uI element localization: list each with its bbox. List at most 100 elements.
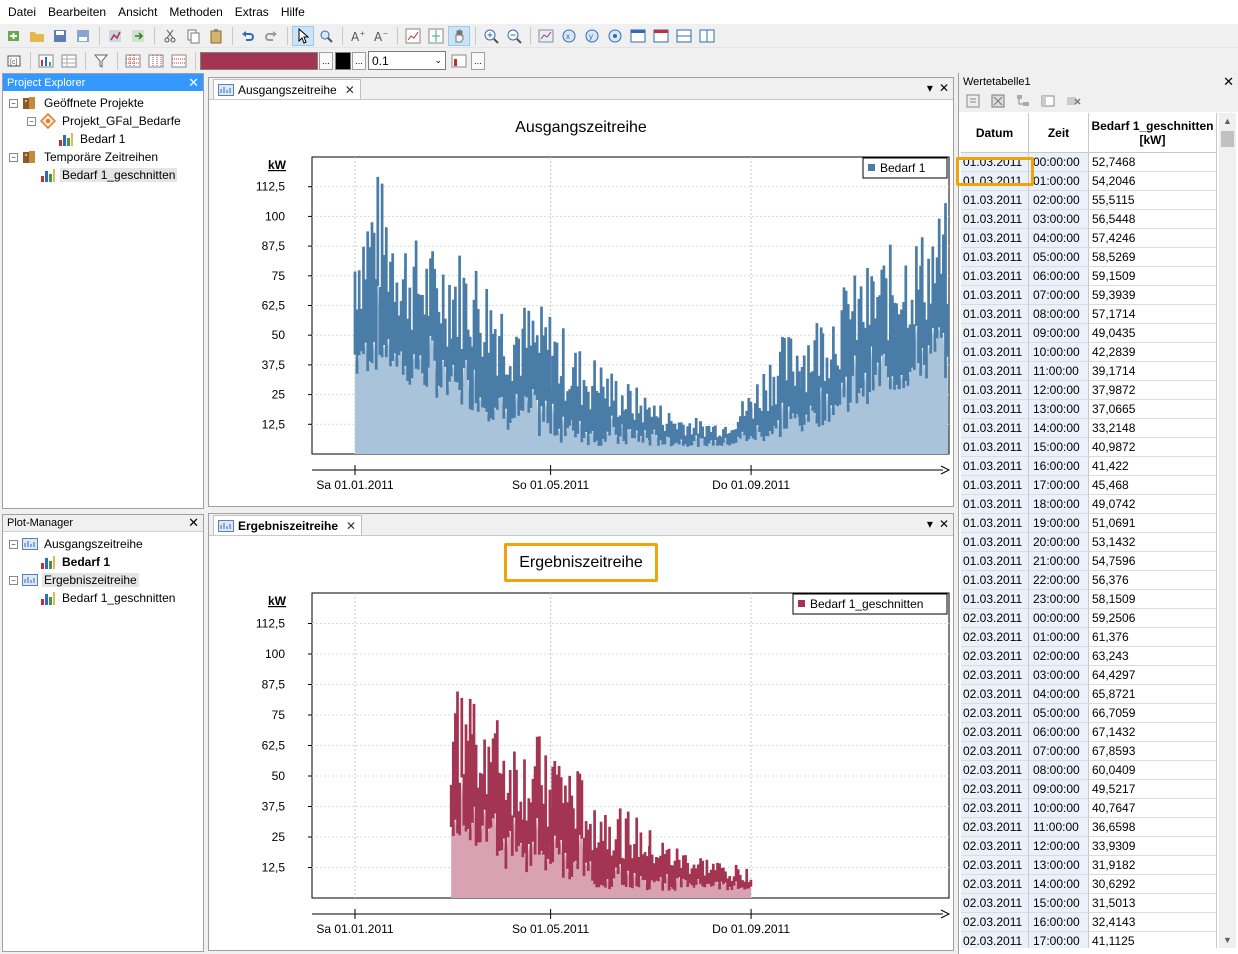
new-project-icon[interactable] xyxy=(3,26,25,46)
table-cell-zeit[interactable]: 14:00:00 xyxy=(1029,875,1089,894)
menu-methoden[interactable]: Methoden xyxy=(163,0,228,24)
table-select-icon[interactable] xyxy=(988,92,1008,110)
table-cell-zeit[interactable]: 04:00:00 xyxy=(1029,229,1089,248)
table-cell-zeit[interactable]: 23:00:00 xyxy=(1029,590,1089,609)
table-row[interactable]: 01.03.2011 10:00:00 42,2839 xyxy=(961,343,1217,362)
table-cell-wert[interactable]: 61,376 xyxy=(1089,628,1217,647)
table-cell-zeit[interactable]: 13:00:00 xyxy=(1029,856,1089,875)
table-cell-wert[interactable]: 67,1432 xyxy=(1089,723,1217,742)
tree-item[interactable]: Bedarf 1 xyxy=(9,553,203,571)
table-cell-zeit[interactable]: 03:00:00 xyxy=(1029,666,1089,685)
table-cell-wert[interactable]: 67,8593 xyxy=(1089,742,1217,761)
table-cell-zeit[interactable]: 22:00:00 xyxy=(1029,571,1089,590)
table-cell-wert[interactable]: 54,7596 xyxy=(1089,552,1217,571)
pin-menu-icon[interactable]: ▾ xyxy=(927,517,933,531)
table-row[interactable]: 02.03.2011 11:00:00 36,6598 xyxy=(961,818,1217,837)
table-cell-zeit[interactable]: 11:00:00 xyxy=(1029,362,1089,381)
table-row[interactable]: 01.03.2011 05:00:00 58,5269 xyxy=(961,248,1217,267)
tab-close-icon[interactable]: ✕ xyxy=(346,519,356,533)
table-cell-wert[interactable]: 49,0742 xyxy=(1089,495,1217,514)
table-cell-wert[interactable]: 37,0665 xyxy=(1089,400,1217,419)
table-row[interactable]: 01.03.2011 19:00:00 51,0691 xyxy=(961,514,1217,533)
table-cell-datum[interactable]: 02.03.2011 xyxy=(961,723,1029,742)
table-row[interactable]: 02.03.2011 05:00:00 66,7059 xyxy=(961,704,1217,723)
table-cell-zeit[interactable]: 00:00:00 xyxy=(1029,153,1089,172)
font-decrease-icon[interactable]: A − xyxy=(370,26,392,46)
table-cell-wert[interactable]: 30,6292 xyxy=(1089,875,1217,894)
table-row[interactable]: 02.03.2011 10:00:00 40,7647 xyxy=(961,799,1217,818)
tree-item[interactable]: Bedarf 1_geschnitten xyxy=(9,166,203,184)
table-cell-zeit[interactable]: 06:00:00 xyxy=(1029,723,1089,742)
table-cell-wert[interactable]: 54,2046 xyxy=(1089,172,1217,191)
table-cell-wert[interactable]: 51,0691 xyxy=(1089,514,1217,533)
table-cell-datum[interactable]: 01.03.2011 xyxy=(961,533,1029,552)
table-cell-datum[interactable]: 01.03.2011 xyxy=(961,571,1029,590)
table-cell-datum[interactable]: 01.03.2011 xyxy=(961,267,1029,286)
table-cell-wert[interactable]: 53,1432 xyxy=(1089,533,1217,552)
table-row[interactable]: 01.03.2011 09:00:00 49,0435 xyxy=(961,324,1217,343)
table-row[interactable]: 01.03.2011 17:00:00 45,468 xyxy=(961,476,1217,495)
table-cell-datum[interactable]: 01.03.2011 xyxy=(961,457,1029,476)
table-cell-zeit[interactable]: 03:00:00 xyxy=(1029,210,1089,229)
table-cell-wert[interactable]: 58,5269 xyxy=(1089,248,1217,267)
table-row[interactable]: 02.03.2011 08:00:00 60,0409 xyxy=(961,761,1217,780)
table-row[interactable]: 01.03.2011 03:00:00 56,5448 xyxy=(961,210,1217,229)
table-cell-datum[interactable]: 01.03.2011 xyxy=(961,476,1029,495)
table-cell-zeit[interactable]: 07:00:00 xyxy=(1029,742,1089,761)
close-icon[interactable]: ✕ xyxy=(939,517,949,531)
tree-item[interactable]: − Ergebniszeitreihe xyxy=(9,571,203,589)
chart-settings-icon[interactable] xyxy=(535,26,557,46)
table-cell-datum[interactable]: 02.03.2011 xyxy=(961,761,1029,780)
table-cell-wert[interactable]: 42,2839 xyxy=(1089,343,1217,362)
table-cell-zeit[interactable]: 08:00:00 xyxy=(1029,761,1089,780)
export-icon[interactable] xyxy=(127,26,149,46)
table-cell-zeit[interactable]: 21:00:00 xyxy=(1029,552,1089,571)
font-increase-icon[interactable]: A + xyxy=(347,26,369,46)
table-cell-wert[interactable]: 49,5217 xyxy=(1089,780,1217,799)
table-row[interactable]: 01.03.2011 07:00:00 59,3939 xyxy=(961,286,1217,305)
table-row[interactable]: 01.03.2011 20:00:00 53,1432 xyxy=(961,533,1217,552)
zoom-reset-icon[interactable] xyxy=(604,26,626,46)
table-cell-wert[interactable]: 64,4297 xyxy=(1089,666,1217,685)
table-cell-zeit[interactable]: 05:00:00 xyxy=(1029,248,1089,267)
table-cell-wert[interactable]: 66,7059 xyxy=(1089,704,1217,723)
line-width-select[interactable]: 0.1 ⌄ xyxy=(368,51,446,70)
table-cell-datum[interactable]: 02.03.2011 xyxy=(961,856,1029,875)
table-cell-wert[interactable]: 56,376 xyxy=(1089,571,1217,590)
table-cell-datum[interactable]: 01.03.2011 xyxy=(961,191,1029,210)
table-cell-datum[interactable]: 02.03.2011 xyxy=(961,913,1029,932)
table-cell-zeit[interactable]: 09:00:00 xyxy=(1029,324,1089,343)
table-cell-zeit[interactable]: 09:00:00 xyxy=(1029,780,1089,799)
table-cell-datum[interactable]: 02.03.2011 xyxy=(961,932,1029,948)
table-row[interactable]: 01.03.2011 04:00:00 57,4246 xyxy=(961,229,1217,248)
zoom-x-icon[interactable]: x xyxy=(558,26,580,46)
table-row[interactable]: 01.03.2011 18:00:00 49,0742 xyxy=(961,495,1217,514)
table-row[interactable]: 01.03.2011 13:00:00 37,0665 xyxy=(961,400,1217,419)
table-row[interactable]: 01.03.2011 12:00:00 37,9872 xyxy=(961,381,1217,400)
column-header-bedarf[interactable]: Bedarf 1_geschnitten [kW] xyxy=(1089,113,1217,153)
table-cell-zeit[interactable]: 01:00:00 xyxy=(1029,628,1089,647)
save-icon[interactable] xyxy=(49,26,71,46)
table-cell-datum[interactable]: 02.03.2011 xyxy=(961,685,1029,704)
table-delete-icon[interactable] xyxy=(1063,92,1083,110)
table-cell-datum[interactable]: 02.03.2011 xyxy=(961,875,1029,894)
table-row[interactable]: 01.03.2011 02:00:00 55,5115 xyxy=(961,191,1217,210)
zoom-in-icon[interactable] xyxy=(480,26,502,46)
table-row[interactable]: 02.03.2011 02:00:00 63,243 xyxy=(961,647,1217,666)
table-cell-zeit[interactable]: 13:00:00 xyxy=(1029,400,1089,419)
table-cell-zeit[interactable]: 17:00:00 xyxy=(1029,932,1089,948)
table-cell-datum[interactable]: 01.03.2011 xyxy=(961,514,1029,533)
table-cell-zeit[interactable]: 11:00:00 xyxy=(1029,818,1089,837)
table-cell-datum[interactable]: 01.03.2011 xyxy=(961,229,1029,248)
grid-y-icon[interactable] xyxy=(168,51,190,71)
tree-item[interactable]: − Projekt_GFal_Bedarfe xyxy=(9,112,203,130)
table-row[interactable]: 01.03.2011 22:00:00 56,376 xyxy=(961,571,1217,590)
collapse-toggle-icon[interactable]: − xyxy=(9,575,18,585)
import-icon[interactable] xyxy=(104,26,126,46)
table-cell-wert[interactable]: 33,2148 xyxy=(1089,419,1217,438)
table-cell-wert[interactable]: 57,4246 xyxy=(1089,229,1217,248)
axis-chart-icon[interactable] xyxy=(425,26,447,46)
table-cell-zeit[interactable]: 01:00:00 xyxy=(1029,172,1089,191)
table-cell-wert[interactable]: 39,1714 xyxy=(1089,362,1217,381)
table-cell-datum[interactable]: 01.03.2011 xyxy=(961,305,1029,324)
